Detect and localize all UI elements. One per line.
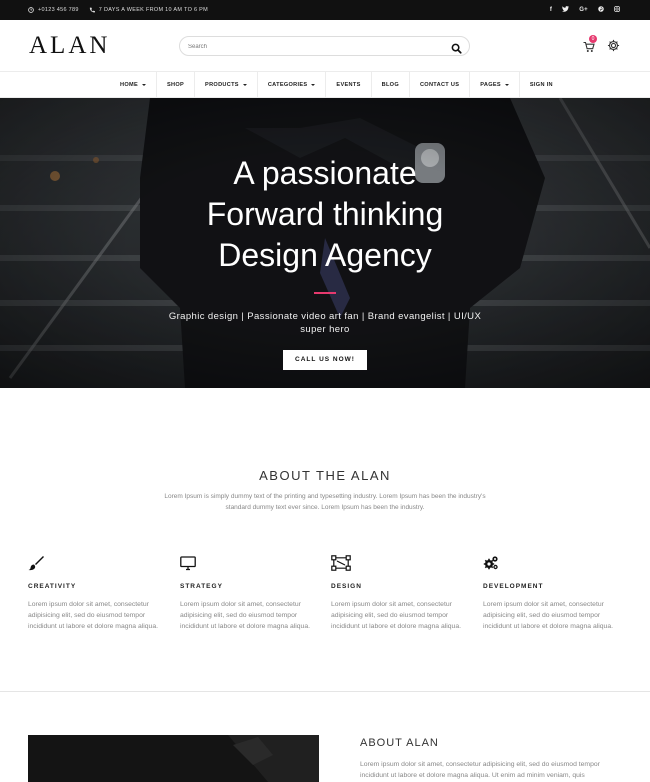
call-us-button[interactable]: CALL US NOW! — [283, 350, 367, 370]
feature-creativity: CREATIVITY Lorem ipsum dolor sit amet, c… — [28, 555, 168, 632]
twitter-icon[interactable] — [562, 6, 570, 14]
google-plus-icon[interactable]: G+ — [579, 7, 588, 13]
nav-label: CONTACT US — [419, 82, 460, 88]
nav-item-categories[interactable]: CATEGORIES — [258, 72, 327, 98]
hero-title-line-1: A passionate — [233, 155, 417, 191]
phone-number: +0123 456 789 — [38, 7, 79, 13]
header: ALAN 0 — [0, 20, 650, 72]
nav-label: SIGN IN — [529, 82, 553, 88]
section-divider — [0, 691, 650, 692]
about-title: ABOUT THE ALAN — [259, 468, 391, 483]
search-icon[interactable] — [451, 41, 462, 54]
about-alan-title: ABOUT ALAN — [360, 737, 439, 749]
top-bar: +0123 456 789 7 DAYS A WEEK FROM 10 AM T… — [0, 0, 650, 20]
business-hours: 7 DAYS A WEEK FROM 10 AM TO 6 PM — [98, 7, 209, 13]
clock-icon — [28, 7, 34, 13]
monitor-icon — [180, 555, 196, 571]
gear-icon[interactable] — [607, 39, 620, 52]
nav-item-pages[interactable]: PAGES — [470, 72, 520, 98]
caret-down-icon — [311, 84, 316, 86]
search-bar — [179, 36, 470, 56]
feature-text: Lorem ipsum dolor sit amet, consectetur … — [28, 601, 158, 630]
hero-subtitle: Graphic design | Passionate video art fa… — [168, 311, 482, 335]
search-input[interactable] — [188, 40, 438, 53]
logo[interactable]: ALAN — [29, 32, 110, 60]
caret-down-icon — [242, 84, 247, 86]
feature-design: DESIGN Lorem ipsum dolor sit amet, conse… — [331, 555, 471, 632]
nav-label: PRODUCTS — [205, 82, 239, 88]
facebook-icon[interactable]: f — [550, 7, 552, 13]
pinterest-icon[interactable] — [598, 6, 604, 14]
contact-info: +0123 456 789 7 DAYS A WEEK FROM 10 AM T… — [28, 0, 214, 20]
nav-label: CATEGORIES — [267, 82, 308, 88]
instagram-icon[interactable] — [614, 6, 620, 14]
main-nav: HOME SHOP PRODUCTS CATEGORIES EVENTS BLO… — [0, 72, 650, 98]
gears-icon — [483, 555, 499, 571]
nav-item-blog[interactable]: BLOG — [372, 72, 410, 98]
feature-name: DEVELOPMENT — [483, 583, 544, 590]
about-image — [28, 735, 319, 782]
nav-label: BLOG — [381, 82, 399, 88]
nav-item-events[interactable]: EVENTS — [326, 72, 372, 98]
feature-name: STRATEGY — [180, 583, 223, 590]
hero-title-line-3: Design Agency — [218, 237, 432, 273]
hero-banner: A passionate Forward thinking Design Age… — [0, 98, 650, 388]
feature-text: Lorem ipsum dolor sit amet, consectetur … — [331, 601, 461, 630]
hero-divider — [314, 292, 336, 294]
phone-icon — [89, 7, 95, 13]
caret-down-icon — [141, 84, 146, 86]
feature-development: DEVELOPMENT Lorem ipsum dolor sit amet, … — [483, 555, 623, 632]
feature-text: Lorem ipsum dolor sit amet, consectetur … — [180, 601, 310, 630]
hero-title-line-2: Forward thinking — [206, 196, 444, 232]
nav-item-shop[interactable]: SHOP — [157, 72, 196, 98]
cart-count-badge: 0 — [589, 35, 597, 43]
feature-name: DESIGN — [331, 583, 362, 590]
cart-icon[interactable]: 0 — [583, 35, 597, 52]
social-links: f G+ — [550, 0, 620, 20]
vector-design-icon — [331, 555, 351, 571]
nav-label: SHOP — [166, 82, 185, 88]
nav-item-contact[interactable]: CONTACT US — [410, 72, 471, 98]
about-alan-text: Lorem ipsum dolor sit amet, consectetur … — [360, 761, 600, 779]
nav-item-home[interactable]: HOME — [110, 72, 157, 98]
paintbrush-icon — [28, 555, 44, 571]
nav-label: EVENTS — [336, 82, 361, 88]
nav-label: HOME — [120, 82, 138, 88]
nav-item-products[interactable]: PRODUCTS — [195, 72, 258, 98]
feature-name: CREATIVITY — [28, 583, 77, 590]
nav-item-sign-in[interactable]: SIGN IN — [520, 72, 563, 98]
features-list: CREATIVITY Lorem ipsum dolor sit amet, c… — [28, 555, 628, 645]
about-description: Lorem Ipsum is simply dummy text of the … — [164, 493, 486, 511]
hero-title: A passionate Forward thinking Design Age… — [0, 153, 650, 276]
feature-text: Lorem ipsum dolor sit amet, consectetur … — [483, 601, 613, 630]
caret-down-icon — [504, 84, 509, 86]
feature-strategy: STRATEGY Lorem ipsum dolor sit amet, con… — [180, 555, 320, 632]
nav-label: PAGES — [480, 82, 501, 88]
